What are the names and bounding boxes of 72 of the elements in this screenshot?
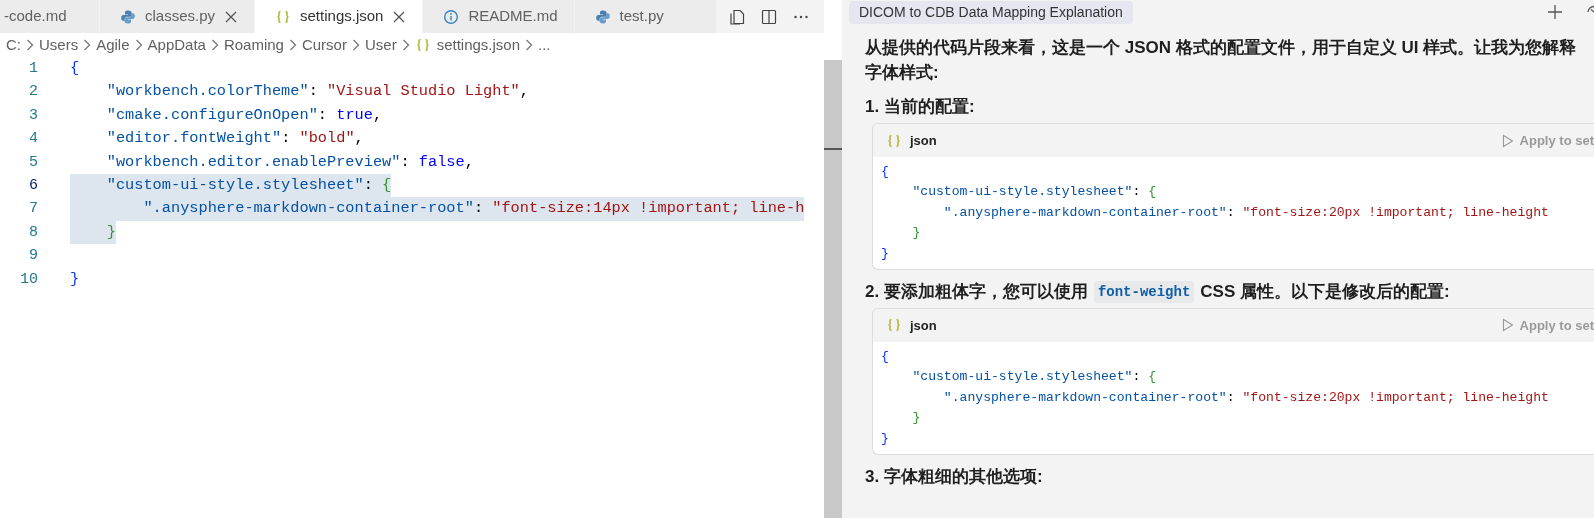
editor-tab[interactable]: test.py — [574, 0, 717, 33]
breadcrumb-item[interactable]: ... — [538, 33, 551, 57]
chat-title-tab[interactable]: DICOM to CDB Data Mapping Explanation — [849, 0, 1133, 24]
code-line: { — [881, 163, 889, 181]
scroll-marker — [824, 148, 842, 150]
line-number: 7 — [28, 199, 38, 220]
code-line: } — [881, 244, 889, 263]
code-language: json — [910, 131, 937, 150]
split-editor-icon[interactable] — [760, 7, 778, 26]
copy-icon[interactable] — [728, 7, 746, 26]
code-line: "cmake.configureOnOpen": true, — [105, 104, 383, 126]
code-line: "editor.fontWeight": "bold", — [105, 128, 364, 150]
line-number: 1 — [28, 59, 38, 79]
scrollbar[interactable] — [824, 60, 842, 518]
line-number: 4 — [28, 129, 38, 150]
play-icon — [1501, 133, 1514, 148]
chevron-right-icon — [210, 38, 219, 52]
editor-tab[interactable]: -code.md — [0, 0, 100, 33]
section-heading: 2. 要添加粗体字，您可以使用 — [865, 280, 1088, 303]
code-line: "workbench.colorTheme": "Visual Studio Light", — [105, 81, 529, 103]
chevron-right-icon — [83, 38, 92, 52]
close-icon[interactable] — [224, 9, 239, 24]
line-number: 6 — [28, 175, 38, 196]
breadcrumb-item[interactable]: AppData — [147, 33, 206, 57]
code-line: } — [912, 224, 921, 243]
chevron-right-icon — [401, 38, 410, 52]
braces-icon — [886, 317, 902, 334]
line-number: 3 — [28, 105, 38, 126]
close-icon[interactable] — [392, 9, 407, 24]
line-number: 5 — [28, 152, 38, 173]
inline-code: font-weight — [1093, 280, 1195, 303]
line-number: 2 — [28, 82, 38, 103]
breadcrumb-item[interactable]: Roaming — [223, 33, 284, 57]
chevron-right-icon — [351, 38, 360, 52]
plus-icon[interactable] — [1546, 3, 1564, 21]
code-line: { — [70, 58, 80, 79]
editor-tab[interactable]: classes.py — [100, 0, 256, 33]
breadcrumb-item[interactable]: C: — [6, 33, 21, 57]
code-line: "custom-ui-style.stylesheet": { — [912, 183, 1156, 202]
chevron-right-icon — [525, 38, 533, 52]
play-icon — [1501, 318, 1514, 333]
code-line: ".anysphere-markdown-container-root": "font-size:20px !important; line-height — [943, 203, 1549, 222]
section-heading: 1. 当前的配置: — [865, 96, 975, 118]
section-heading: CSS 属性。以下是修改后的配置: — [1200, 280, 1450, 303]
line-number: 9 — [28, 246, 38, 267]
breadcrumb-item[interactable]: Agile — [96, 33, 130, 57]
line-number: 8 — [28, 222, 38, 243]
section-heading: 3. 字体粗细的其他选项: — [865, 465, 1043, 488]
breadcrumb-item[interactable]: User — [364, 33, 397, 57]
code-line: "custom-ui-style.stylesheet": { — [912, 368, 1156, 387]
line-number: 10 — [19, 269, 38, 290]
chevron-right-icon — [288, 38, 297, 52]
chevron-right-icon — [134, 38, 143, 52]
chevron-right-icon — [26, 38, 34, 52]
code-line: } — [70, 268, 80, 290]
code-line: ".anysphere-markdown-container-root": "font-size:20px !important; line-height — [943, 388, 1549, 407]
info-icon — [443, 8, 460, 25]
python-icon — [594, 8, 611, 25]
code-line: "workbench.editor.enablePreview": false, — [105, 151, 474, 173]
code-language: json — [910, 316, 937, 335]
breadcrumb-item[interactable]: Users — [39, 33, 79, 57]
braces-icon — [886, 132, 902, 149]
breadcrumb-item[interactable]: settings.json — [436, 33, 520, 57]
breadcrumb-item[interactable]: Cursor — [301, 33, 347, 57]
code-line: } — [912, 409, 921, 428]
python-icon — [120, 8, 136, 25]
code-line: } — [881, 429, 889, 448]
braces-icon — [275, 8, 292, 25]
editor-tab[interactable]: settings.json — [255, 0, 424, 33]
code-line: { — [881, 347, 889, 366]
message-paragraph: 从提供的代码片段来看，这是一个 JSON 格式的配置文件，用于自定义 UI 样式。让我为您解释 字体样式: — [865, 37, 1578, 84]
editor-tab[interactable]: README.md — [423, 0, 575, 33]
